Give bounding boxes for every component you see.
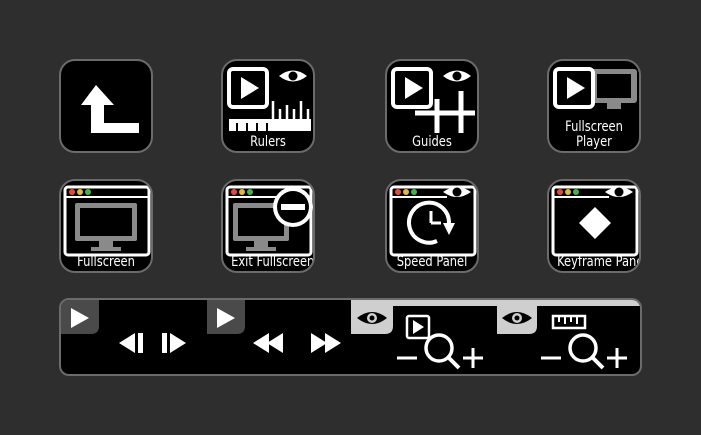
rulers-label: Rulers: [250, 134, 286, 150]
fullscreen-player-label-line2: Player: [576, 134, 612, 150]
rulers-button[interactable]: Rulers: [221, 59, 315, 153]
guides-label: Guides: [412, 134, 452, 150]
speed-panel-label: Speed Panel: [396, 254, 468, 270]
guides-button[interactable]: Guides: [385, 59, 479, 153]
step-frame-icon[interactable]: [109, 300, 199, 374]
exit-fullscreen-button[interactable]: Exit Fullscreen: [221, 179, 315, 273]
speed-panel-button[interactable]: Speed Panel: [385, 179, 479, 273]
fullscreen-player-label-line1: Fullscreen: [565, 119, 623, 135]
zoom-preview-icon[interactable]: [391, 300, 497, 374]
fullscreen-button[interactable]: Fullscreen: [59, 179, 153, 273]
return-arrow-icon: [81, 85, 139, 133]
keyframe-panel-label: Keyframe Panel: [557, 254, 641, 270]
exit-fullscreen-label: Exit Fullscreen: [231, 254, 315, 270]
fullscreen-label: Fullscreen: [77, 254, 135, 270]
back-button[interactable]: [59, 59, 153, 153]
rewind-fast-forward-icon[interactable]: [249, 300, 349, 374]
fullscreen-player-button[interactable]: Fullscreen Player: [547, 59, 641, 153]
zoom-ruler-icon[interactable]: [535, 300, 641, 374]
keyframe-panel-button[interactable]: Keyframe Panel: [547, 179, 641, 273]
playback-control-strip: [59, 298, 642, 376]
